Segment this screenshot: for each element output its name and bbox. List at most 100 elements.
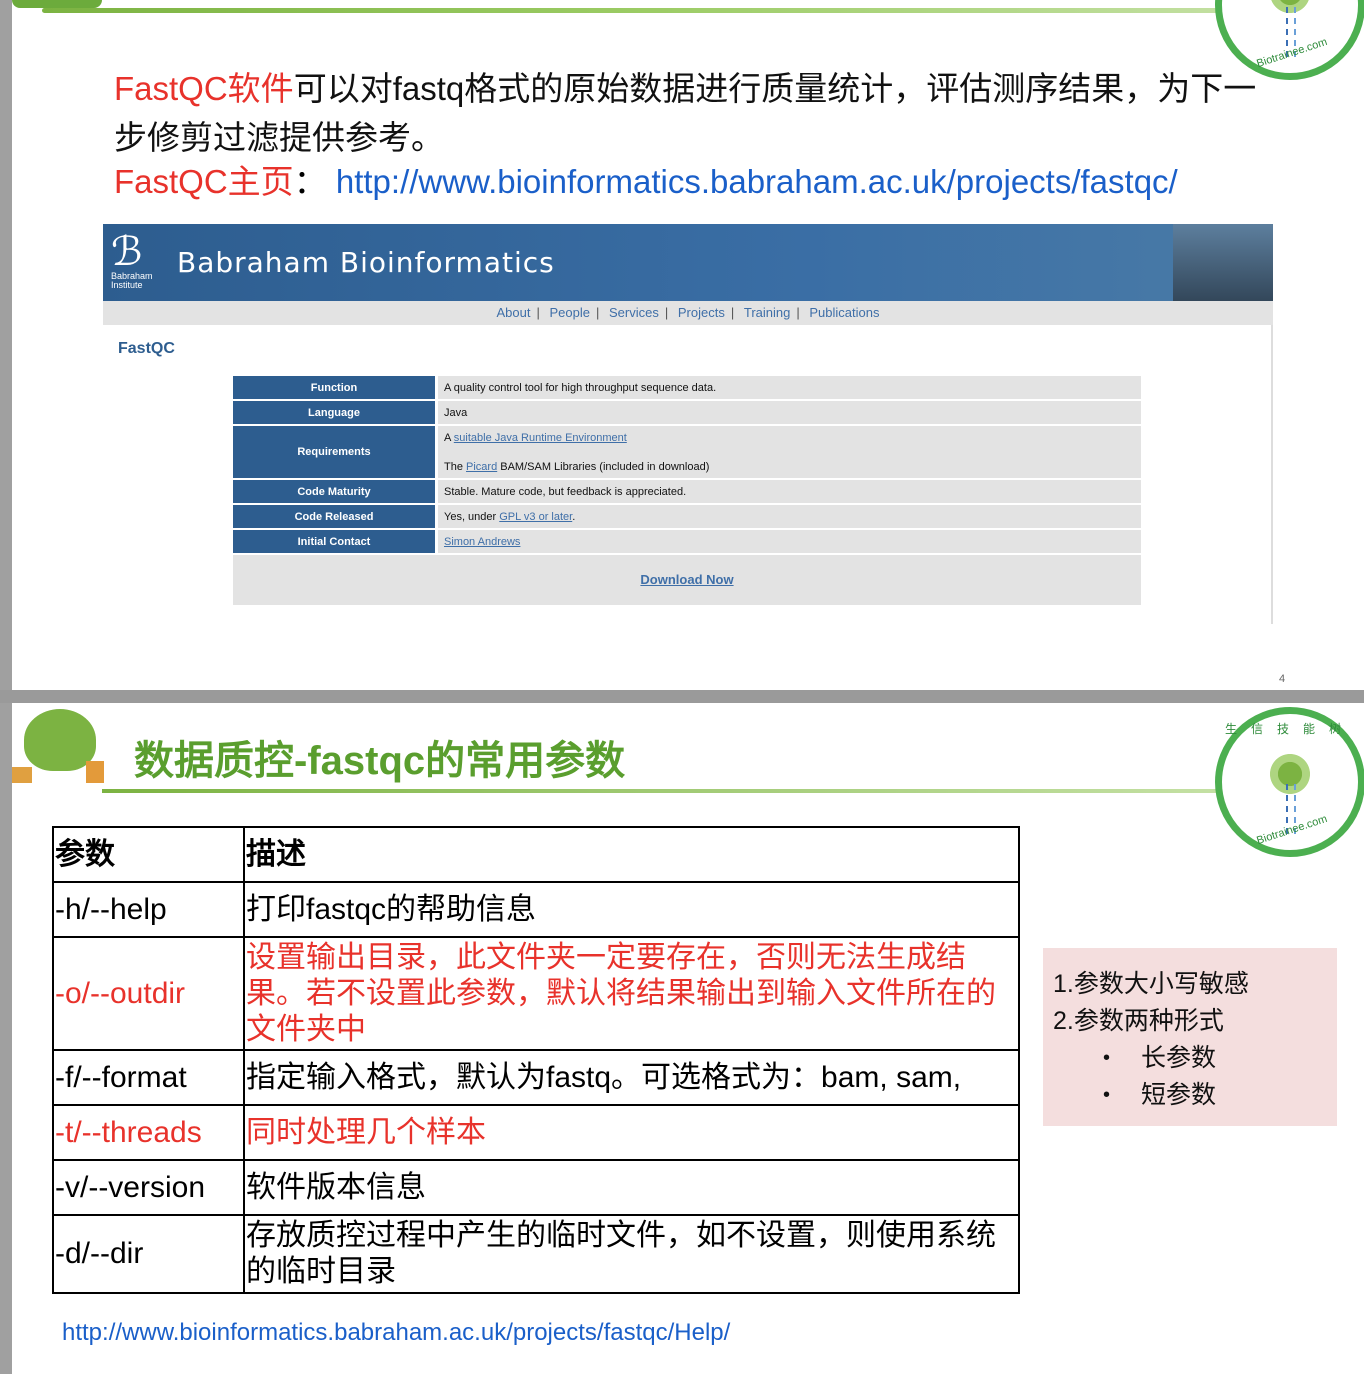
row-value-function: A quality control tool for high throughp… <box>435 376 1141 399</box>
gift-icon <box>86 761 104 783</box>
req2-suffix: BAM/SAM Libraries (included in download) <box>497 460 710 473</box>
row-value-contact: Simon Andrews <box>435 530 1141 553</box>
table-header-row: 参数 描述 <box>52 826 1020 883</box>
note-bullet-text: 短参数 <box>1141 1081 1217 1109</box>
intro-paragraph: FastQC软件可以对fastq格式的原始数据进行质量统计，评估测序结果，为下一… <box>114 64 1274 162</box>
homepage-label: FastQC主页 <box>114 163 294 200</box>
page-title: FastQC <box>118 340 175 357</box>
biotrainee-logo: 生信技能树 Biotrainee.com <box>1215 707 1364 857</box>
babraham-logo-icon: ℬ <box>111 229 143 275</box>
table-row: Requirements A suitable Java Runtime Env… <box>233 426 1141 478</box>
desc-cell: 设置输出目录，此文件夹一定要存在，否则无法生成结果。若不设置此参数，默认将结果输… <box>243 936 1020 1051</box>
babraham-logo: ℬ Babraham Institute <box>111 232 171 296</box>
row-value-maturity: Stable. Mature code, but feedback is app… <box>435 480 1141 503</box>
desc-cell: 软件版本信息 <box>243 1159 1020 1216</box>
nav-publications[interactable]: Publications <box>803 305 885 320</box>
nav-separator: | <box>730 305 735 320</box>
table-row: Function A quality control tool for high… <box>233 376 1141 399</box>
nav-separator: | <box>664 305 669 320</box>
row-value-released: Yes, under GPL v3 or later. <box>435 505 1141 528</box>
logo-line2: Institute <box>111 280 143 290</box>
title-underline <box>42 8 1262 13</box>
slide-4: Biotrainee.com FastQC软件可以对fastq格式的原始数据进行… <box>12 0 1364 690</box>
header-param: 参数 <box>52 826 245 883</box>
fastqc-info-table: Function A quality control tool for high… <box>233 374 1141 555</box>
req2-prefix: The <box>444 460 467 473</box>
download-area: Download Now <box>233 555 1141 605</box>
download-now-link[interactable]: Download Now <box>640 572 733 587</box>
table-row: -t/--threads 同时处理几个样本 <box>52 1104 1020 1161</box>
table-row: Language Java <box>233 401 1141 424</box>
homepage-separator: ： <box>293 163 327 200</box>
gpl-link[interactable]: GPL v3 or later <box>499 511 572 523</box>
site-nav: About | People | Services | Projects | Train… <box>103 301 1273 325</box>
table-row: -d/--dir 存放质控过程中产生的临时文件，如不设置，则使用系统的临时目录 <box>52 1214 1020 1294</box>
released-prefix: Yes, under <box>444 510 500 523</box>
table-row: Code Maturity Stable. Mature code, but f… <box>233 480 1141 503</box>
babraham-screenshot: ℬ Babraham Institute Babraham Bioinforma… <box>103 224 1273 624</box>
param-cell: -t/--threads <box>52 1104 245 1161</box>
nav-about[interactable]: About <box>491 305 537 320</box>
header-desc: 描述 <box>243 826 1020 883</box>
slide-decoration <box>12 709 107 787</box>
nav-training[interactable]: Training <box>738 305 796 320</box>
nav-people[interactable]: People <box>544 305 596 320</box>
simon-andrews-link[interactable]: Simon Andrews <box>444 536 520 548</box>
table-row: Code Released Yes, under GPL v3 or later… <box>233 505 1141 528</box>
released-suffix: . <box>572 510 576 523</box>
building-image <box>1173 224 1273 301</box>
note-box: 1.参数大小写敏感 2.参数两种形式 长参数 短参数 <box>1043 948 1337 1126</box>
slide-separator <box>0 690 1364 703</box>
param-cell: -h/--help <box>52 881 245 938</box>
nav-separator: | <box>596 305 600 320</box>
row-value-language: Java <box>435 401 1141 424</box>
desc-cell: 存放质控过程中产生的临时文件，如不设置，则使用系统的临时目录 <box>243 1214 1020 1294</box>
top-decoration <box>12 0 102 8</box>
nav-separator: | <box>536 305 540 320</box>
site-header: ℬ Babraham Institute Babraham Bioinforma… <box>103 224 1273 301</box>
params-table: 参数 描述 -h/--help 打印fastqc的帮助信息 -o/--outdi… <box>52 826 1020 1294</box>
table-row: -f/--format 指定输入格式，默认为fastq。可选格式为：bam, s… <box>52 1049 1020 1106</box>
desc-cell: 指定输入格式，默认为fastq。可选格式为：bam, sam, <box>243 1049 1020 1106</box>
gift-icon <box>12 767 32 783</box>
table-row: -v/--version 软件版本信息 <box>52 1159 1020 1216</box>
slide-5: 数据质控-fastqc的常用参数 生信技能树 Biotrainee.com 参数… <box>12 703 1364 1374</box>
row-key-released: Code Released <box>233 505 435 528</box>
nav-services[interactable]: Services <box>603 305 665 320</box>
row-key-function: Function <box>233 376 435 399</box>
param-cell: -v/--version <box>52 1159 245 1216</box>
page-number: 4 <box>1279 673 1286 685</box>
nav-separator: | <box>796 305 800 320</box>
row-key-language: Language <box>233 401 435 424</box>
desc-cell: 同时处理几个样本 <box>243 1104 1020 1161</box>
row-key-requirements: Requirements <box>233 426 435 478</box>
table-row: -h/--help 打印fastqc的帮助信息 <box>52 881 1020 938</box>
title-underline <box>102 789 1232 793</box>
picard-link[interactable]: Picard <box>466 461 497 473</box>
fastqc-software-label: FastQC软件 <box>114 70 294 107</box>
slide-title: 数据质控-fastqc的常用参数 <box>134 739 626 783</box>
site-title: Babraham Bioinformatics <box>177 246 555 279</box>
java-runtime-link[interactable]: suitable Java Runtime Environment <box>454 432 627 444</box>
homepage-line: FastQC主页： http://www.bioinformatics.babr… <box>114 160 1178 204</box>
viewer-left-margin <box>0 0 12 1374</box>
row-value-requirements: A suitable Java Runtime Environment The … <box>435 426 1141 478</box>
nav-projects[interactable]: Projects <box>672 305 731 320</box>
logo-cn-text: 生信技能树 <box>1224 722 1355 736</box>
note-line: 1.参数大小写敏感 <box>1053 970 1249 998</box>
note-bullet-text: 长参数 <box>1141 1044 1217 1072</box>
req-prefix: A <box>444 431 454 444</box>
help-link[interactable]: http://www.bioinformatics.babraham.ac.uk… <box>62 1319 730 1347</box>
note-line: 2.参数两种形式 <box>1053 1007 1224 1035</box>
row-key-contact: Initial Contact <box>233 530 435 553</box>
desc-cell: 打印fastqc的帮助信息 <box>243 881 1020 938</box>
note-bullet: 短参数 <box>1053 1077 1327 1114</box>
table-row: -o/--outdir 设置输出目录，此文件夹一定要存在，否则无法生成结果。若不… <box>52 936 1020 1051</box>
homepage-link[interactable]: http://www.bioinformatics.babraham.ac.uk… <box>336 163 1178 200</box>
param-cell: -d/--dir <box>52 1214 245 1294</box>
param-cell: -o/--outdir <box>52 936 245 1051</box>
row-key-maturity: Code Maturity <box>233 480 435 503</box>
table-row: Initial Contact Simon Andrews <box>233 530 1141 553</box>
param-cell: -f/--format <box>52 1049 245 1106</box>
note-bullet: 长参数 <box>1053 1040 1327 1077</box>
